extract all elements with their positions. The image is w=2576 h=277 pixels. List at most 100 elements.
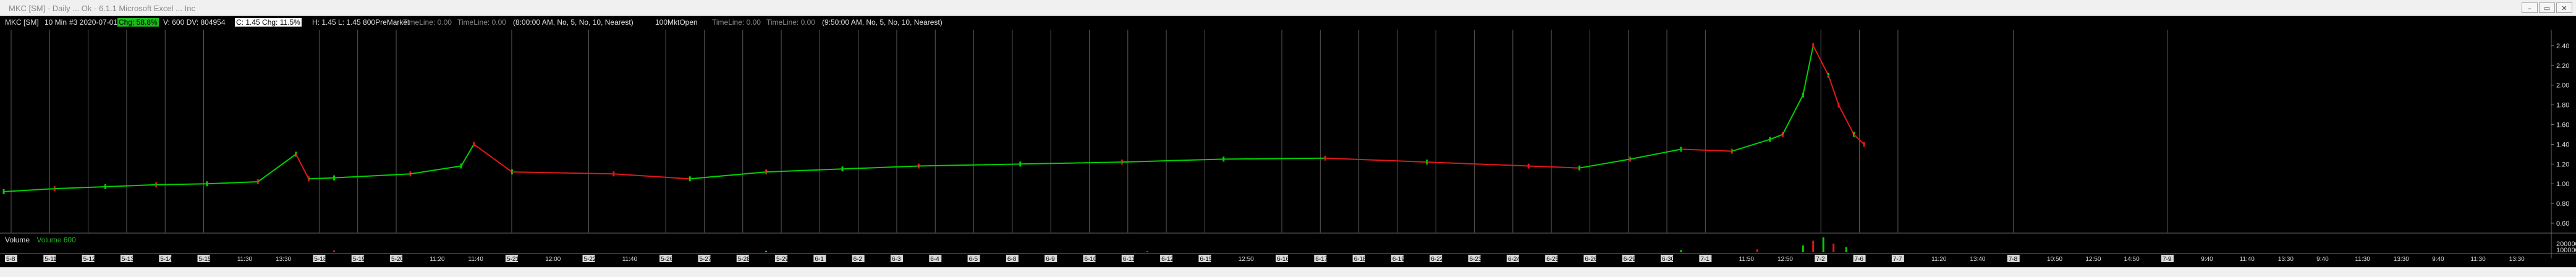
volume-bar [1845, 247, 1847, 252]
time-axis-label: 6-18 [1354, 256, 1366, 263]
time-axis-label: 11:40 [622, 256, 638, 263]
time-axis-label: 5-21 [507, 256, 519, 263]
time-axis-label: 9:40 [2201, 256, 2213, 263]
price-tick-label: 1.20 [2556, 161, 2569, 168]
price-series-segment [1853, 134, 1865, 145]
price-series-segment [1223, 157, 1326, 160]
time-axis-label: 13:30 [2394, 256, 2409, 263]
time-axis-label: 5-29 [776, 256, 789, 263]
price-series-segment [1630, 148, 1682, 160]
price-series-segment [334, 173, 410, 179]
price-series-segment [295, 153, 310, 179]
time-axis-label: 6-9 [1046, 256, 1055, 263]
time-axis-label: 5-28 [738, 256, 750, 263]
price-series-segment [1528, 165, 1580, 169]
price-series-segment [1837, 104, 1855, 135]
time-axis-label: 6-26 [1585, 256, 1597, 263]
time-axis-label: 6-17 [1315, 256, 1328, 263]
time-axis-label: 6-8 [1007, 256, 1017, 263]
volume-bar [1832, 244, 1835, 252]
price-series-segment [1802, 45, 1814, 95]
price-series-segment [156, 183, 207, 185]
time-axis-label: 11:20 [1931, 256, 1947, 263]
price-series-segment [460, 143, 475, 167]
price-series-segment [410, 165, 462, 175]
price-series-segment [918, 163, 1020, 167]
time-axis-label: 6-2 [854, 256, 863, 263]
time-axis-label: 12:50 [1777, 256, 1793, 263]
time-axis-label: 13:30 [2509, 256, 2525, 263]
price-series-segment [1426, 161, 1529, 167]
price-tick-label: 0.80 [2556, 200, 2569, 208]
price-series-segment [473, 143, 512, 173]
time-axis-label: 9:40 [2316, 256, 2329, 263]
time-axis-label: 6-22 [1431, 256, 1443, 263]
time-axis-label: 11:20 [430, 256, 445, 263]
time-axis-label: 12:50 [1239, 256, 1254, 263]
price-candle [1863, 142, 1865, 147]
volume-bar [1802, 245, 1804, 252]
time-axis-label: 14:50 [2124, 256, 2140, 263]
time-axis-label: 13:30 [276, 256, 291, 263]
price-tick-label: 1.00 [2556, 181, 2569, 188]
time-axis-label: 6-12 [1161, 256, 1174, 263]
time-axis-label: 5-8 [6, 256, 15, 263]
time-axis-label: 10:50 [2047, 256, 2062, 263]
price-series-segment [766, 168, 842, 173]
price-series-segment [1782, 95, 1804, 135]
time-axis-label: 5-11 [44, 256, 57, 263]
time-axis-label: 11:30 [237, 256, 253, 263]
time-axis-label: 12:50 [2085, 256, 2101, 263]
time-axis-label: 6-24 [1508, 256, 1520, 263]
time-axis-label: 6-4 [930, 256, 939, 263]
price-series-segment [1579, 158, 1630, 169]
time-axis-label: 11:30 [2355, 256, 2370, 263]
price-tick-label: 0.60 [2556, 220, 2569, 228]
price-tick-label: 2.00 [2556, 82, 2569, 90]
price-series-segment [1769, 134, 1783, 140]
volume-bar [333, 250, 336, 252]
price-series-segment [308, 177, 334, 180]
time-axis-label: 11:50 [1739, 256, 1755, 263]
time-axis-label: 13:40 [1970, 256, 1985, 263]
volume-tick-label: 100000 [2556, 247, 2576, 254]
time-axis-label: 5-19 [353, 256, 365, 263]
time-axis-label: 5-22 [584, 256, 596, 263]
time-axis-label: 5-20 [391, 256, 404, 263]
volume-bar [1812, 241, 1815, 252]
volume-bar [1146, 250, 1148, 252]
time-axis-label: 6-23 [1470, 256, 1482, 263]
time-axis-label: 13:30 [2278, 256, 2294, 263]
time-axis-label: 6-25 [1546, 256, 1559, 263]
volume-bar [1680, 250, 1682, 252]
price-tick-label: 2.20 [2556, 62, 2569, 70]
status-bar [0, 267, 2576, 277]
time-axis-label: 6-10 [1084, 256, 1096, 263]
time-axis-label: 6-1 [815, 256, 824, 263]
time-axis-label: 7-9 [2163, 256, 2172, 263]
time-axis-label: 6-3 [892, 256, 901, 263]
volume-bar [1756, 249, 1758, 252]
price-tick-label: 1.40 [2556, 141, 2569, 148]
time-axis-label: 12:00 [545, 256, 561, 263]
price-series-segment [1828, 75, 1839, 105]
time-axis-label: 11:40 [468, 256, 484, 263]
time-axis-label: 5-27 [699, 256, 711, 263]
price-volume-chart[interactable]: 2.40 2.20 2.00 1.80 1.60 1.40 1.20 1.00 0.80 0.60… [0, 0, 2576, 267]
price-series-segment [105, 184, 156, 187]
time-axis-label: 5-14 [160, 256, 172, 263]
time-axis-label: 7-6 [1855, 256, 1864, 263]
time-axis-label: 5-15 [199, 256, 211, 263]
price-tick-label: 2.40 [2556, 43, 2569, 50]
price-series-segment [1325, 157, 1427, 163]
volume-bar [1822, 237, 1824, 252]
price-series-segment [1020, 161, 1122, 165]
time-axis-label: 6-29 [1624, 256, 1636, 263]
price-series-segment [257, 153, 297, 182]
time-axis-label: 5-18 [314, 256, 326, 263]
time-axis-label: 9:40 [2432, 256, 2444, 263]
time-axis-label: 7-1 [1700, 256, 1710, 263]
time-axis-label: 7-8 [2009, 256, 2018, 263]
price-tick-label: 1.80 [2556, 102, 2569, 109]
price-series-segment [512, 171, 614, 175]
